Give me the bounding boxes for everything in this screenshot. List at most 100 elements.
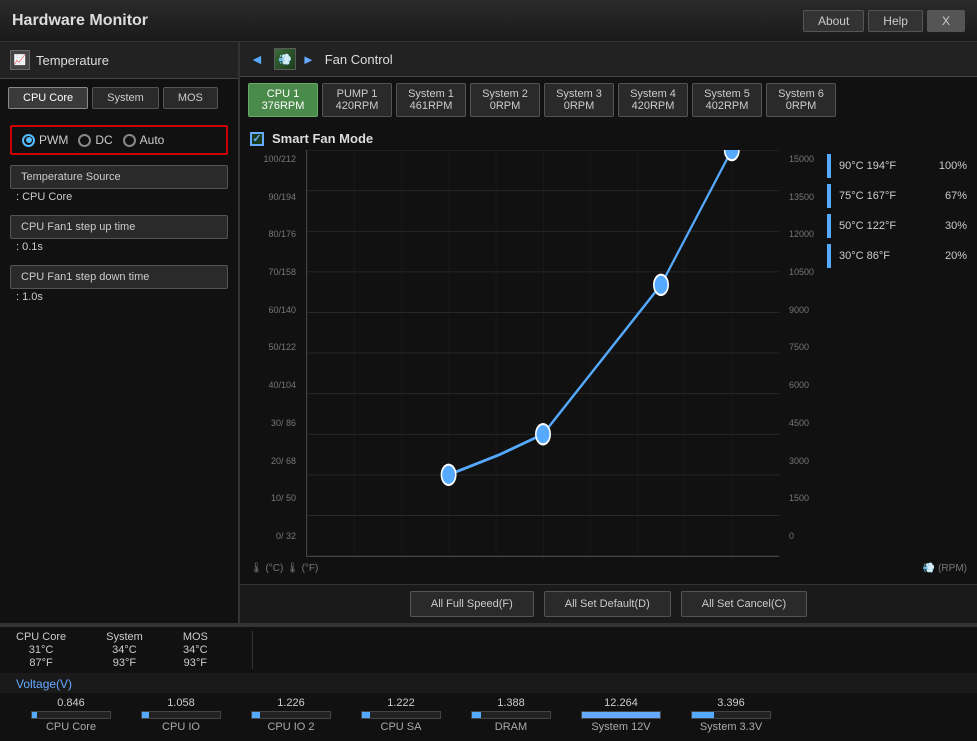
fan-panel: ◄ 💨 ► Fan Control CPU 1 376RPM PUMP 1 42… bbox=[240, 42, 977, 623]
step-up-button[interactable]: CPU Fan1 step up time bbox=[10, 215, 228, 239]
step-up-section: CPU Fan1 step up time : 0.1s bbox=[10, 215, 228, 255]
status-bar: CPU Core 31°C 87°F System 34°C 93°F MOS … bbox=[0, 625, 977, 673]
tab-mos[interactable]: MOS bbox=[163, 87, 218, 109]
radio-pwm-circle bbox=[22, 134, 35, 147]
voltage-sys12v-fill bbox=[582, 712, 660, 718]
arrow-right-icon: ► bbox=[302, 52, 315, 67]
status-system-label: System bbox=[106, 631, 143, 643]
status-mos-label: MOS bbox=[183, 631, 208, 643]
radio-dc[interactable]: DC bbox=[78, 133, 112, 147]
tab-system[interactable]: System bbox=[92, 87, 159, 109]
radio-dc-circle bbox=[78, 134, 91, 147]
voltage-cpu-core-label: CPU Core bbox=[46, 721, 96, 733]
temp-icon: 📈 bbox=[10, 50, 30, 70]
voltage-dram-fill bbox=[472, 712, 481, 718]
voltage-cpu-sa-fill bbox=[362, 712, 370, 718]
voltage-sys33v-label: System 3.3V bbox=[700, 721, 762, 733]
voltage-cpu-core-val: 0.846 bbox=[57, 697, 85, 709]
fan-tab-sys3[interactable]: System 3 0RPM bbox=[544, 83, 614, 117]
voltage-cpu-sa-label: CPU SA bbox=[381, 721, 422, 733]
legend-item-50: 50°C 122°F 30% bbox=[827, 214, 967, 238]
action-bar: All Full Speed(F) All Set Default(D) All… bbox=[240, 584, 977, 623]
fan-tab-pump1[interactable]: PUMP 1 420RPM bbox=[322, 83, 392, 117]
fan-tab-sys5-name: System 5 bbox=[703, 88, 751, 100]
fan-icon: 💨 bbox=[274, 48, 296, 70]
voltage-sys12v-bar bbox=[581, 711, 661, 719]
step-down-button[interactable]: CPU Fan1 step down time bbox=[10, 265, 228, 289]
legend-bar-75 bbox=[827, 184, 831, 208]
all-set-default-button[interactable]: All Set Default(D) bbox=[544, 591, 671, 617]
fan-tab-sys5[interactable]: System 5 402RPM bbox=[692, 83, 762, 117]
legend-pct-30: 20% bbox=[945, 250, 967, 262]
status-system-val2: 93°F bbox=[113, 657, 136, 669]
voltage-cpu-core-bar bbox=[31, 711, 111, 719]
voltage-cpu-io-bar bbox=[141, 711, 221, 719]
status-system-val1: 34°C bbox=[112, 644, 137, 656]
chart-y-right: 15000 13500 12000 10500 9000 7500 6000 4… bbox=[785, 150, 821, 557]
fan-tab-sys4[interactable]: System 4 420RPM bbox=[618, 83, 688, 117]
fan-tabs-row: CPU 1 376RPM PUMP 1 420RPM System 1 461R… bbox=[240, 77, 977, 123]
radio-pwm-inner bbox=[26, 137, 32, 143]
voltage-sys12v-label: System 12V bbox=[591, 721, 650, 733]
temp-panel-header: 📈 Temperature bbox=[0, 42, 238, 79]
top-panels: 📈 Temperature CPU Core System MOS PWM bbox=[0, 42, 977, 625]
voltage-dram: 1.388 DRAM bbox=[456, 697, 566, 733]
legend-temp-30: 30°C 86°F bbox=[839, 250, 937, 262]
status-cpu-core: CPU Core 31°C 87°F bbox=[16, 631, 66, 669]
fan-tab-sys2[interactable]: System 2 0RPM bbox=[470, 83, 540, 117]
fan-panel-title: Fan Control bbox=[325, 52, 393, 67]
title-bar-buttons: About Help X bbox=[803, 10, 965, 32]
chart-container: 100/212 90/194 80/176 70/158 60/140 50/1… bbox=[250, 150, 967, 557]
voltage-cpu-io-label: CPU IO bbox=[162, 721, 200, 733]
voltage-cpu-sa-val: 1.222 bbox=[387, 697, 415, 709]
main-area: 📈 Temperature CPU Core System MOS PWM bbox=[0, 42, 977, 741]
all-full-speed-button[interactable]: All Full Speed(F) bbox=[410, 591, 534, 617]
voltage-sys33v-val: 3.396 bbox=[717, 697, 745, 709]
radio-pwm-label: PWM bbox=[39, 133, 68, 147]
temp-source-section: Temperature Source : CPU Core bbox=[10, 165, 228, 205]
voltage-cpu-io2-bar bbox=[251, 711, 331, 719]
fan-tab-pump1-name: PUMP 1 bbox=[333, 88, 381, 100]
fan-tab-sys6-rpm: 0RPM bbox=[777, 100, 825, 112]
fan-tab-sys3-rpm: 0RPM bbox=[555, 100, 603, 112]
legend-bar-30 bbox=[827, 244, 831, 268]
smart-fan-title: Smart Fan Mode bbox=[272, 131, 373, 146]
tab-cpu-core[interactable]: CPU Core bbox=[8, 87, 88, 109]
chart-graph[interactable] bbox=[306, 150, 779, 557]
about-button[interactable]: About bbox=[803, 10, 864, 32]
chart-footer-rpm: 💨 (RPM) bbox=[923, 563, 967, 574]
status-mos-val1: 34°C bbox=[183, 644, 208, 656]
legend-pct-50: 30% bbox=[945, 220, 967, 232]
fan-tab-cpu1[interactable]: CPU 1 376RPM bbox=[248, 83, 318, 117]
smart-fan-checkbox[interactable]: ✓ bbox=[250, 132, 264, 146]
radio-pwm[interactable]: PWM bbox=[22, 133, 68, 147]
close-button[interactable]: X bbox=[927, 10, 965, 32]
legend-temp-90: 90°C 194°F bbox=[839, 160, 931, 172]
temp-source-button[interactable]: Temperature Source bbox=[10, 165, 228, 189]
voltage-dram-label: DRAM bbox=[495, 721, 527, 733]
temp-tabs: CPU Core System MOS bbox=[0, 79, 238, 117]
fan-tab-cpu1-rpm: 376RPM bbox=[259, 100, 307, 112]
all-set-cancel-button[interactable]: All Set Cancel(C) bbox=[681, 591, 807, 617]
fan-tab-sys1-rpm: 461RPM bbox=[407, 100, 455, 112]
title-bar: Hardware Monitor About Help X bbox=[0, 0, 977, 42]
fan-tab-sys3-name: System 3 bbox=[555, 88, 603, 100]
fan-tab-sys6[interactable]: System 6 0RPM bbox=[766, 83, 836, 117]
voltage-sys33v-fill bbox=[692, 712, 714, 718]
radio-auto[interactable]: Auto bbox=[123, 133, 165, 147]
help-button[interactable]: Help bbox=[868, 10, 923, 32]
voltage-cpu-io: 1.058 CPU IO bbox=[126, 697, 236, 733]
chart-footer: 🌡 (°C) 🌡 (°F) 💨 (RPM) bbox=[250, 561, 967, 576]
fan-tab-cpu1-name: CPU 1 bbox=[259, 88, 307, 100]
voltage-sys12v: 12.264 System 12V bbox=[566, 697, 676, 733]
legend-pct-90: 100% bbox=[939, 160, 967, 172]
fan-tab-sys1[interactable]: System 1 461RPM bbox=[396, 83, 466, 117]
chart-legend: 90°C 194°F 100% 75°C 167°F 67% 50°C 122°… bbox=[827, 150, 967, 557]
radio-auto-label: Auto bbox=[140, 133, 165, 147]
voltage-cpu-io2-label: CPU IO 2 bbox=[267, 721, 314, 733]
legend-bar-90 bbox=[827, 154, 831, 178]
step-up-value: : 0.1s bbox=[10, 239, 228, 255]
voltage-sys12v-val: 12.264 bbox=[604, 697, 638, 709]
status-cpu-core-val1: 31°C bbox=[29, 644, 54, 656]
smart-fan-header: ✓ Smart Fan Mode bbox=[250, 131, 967, 146]
